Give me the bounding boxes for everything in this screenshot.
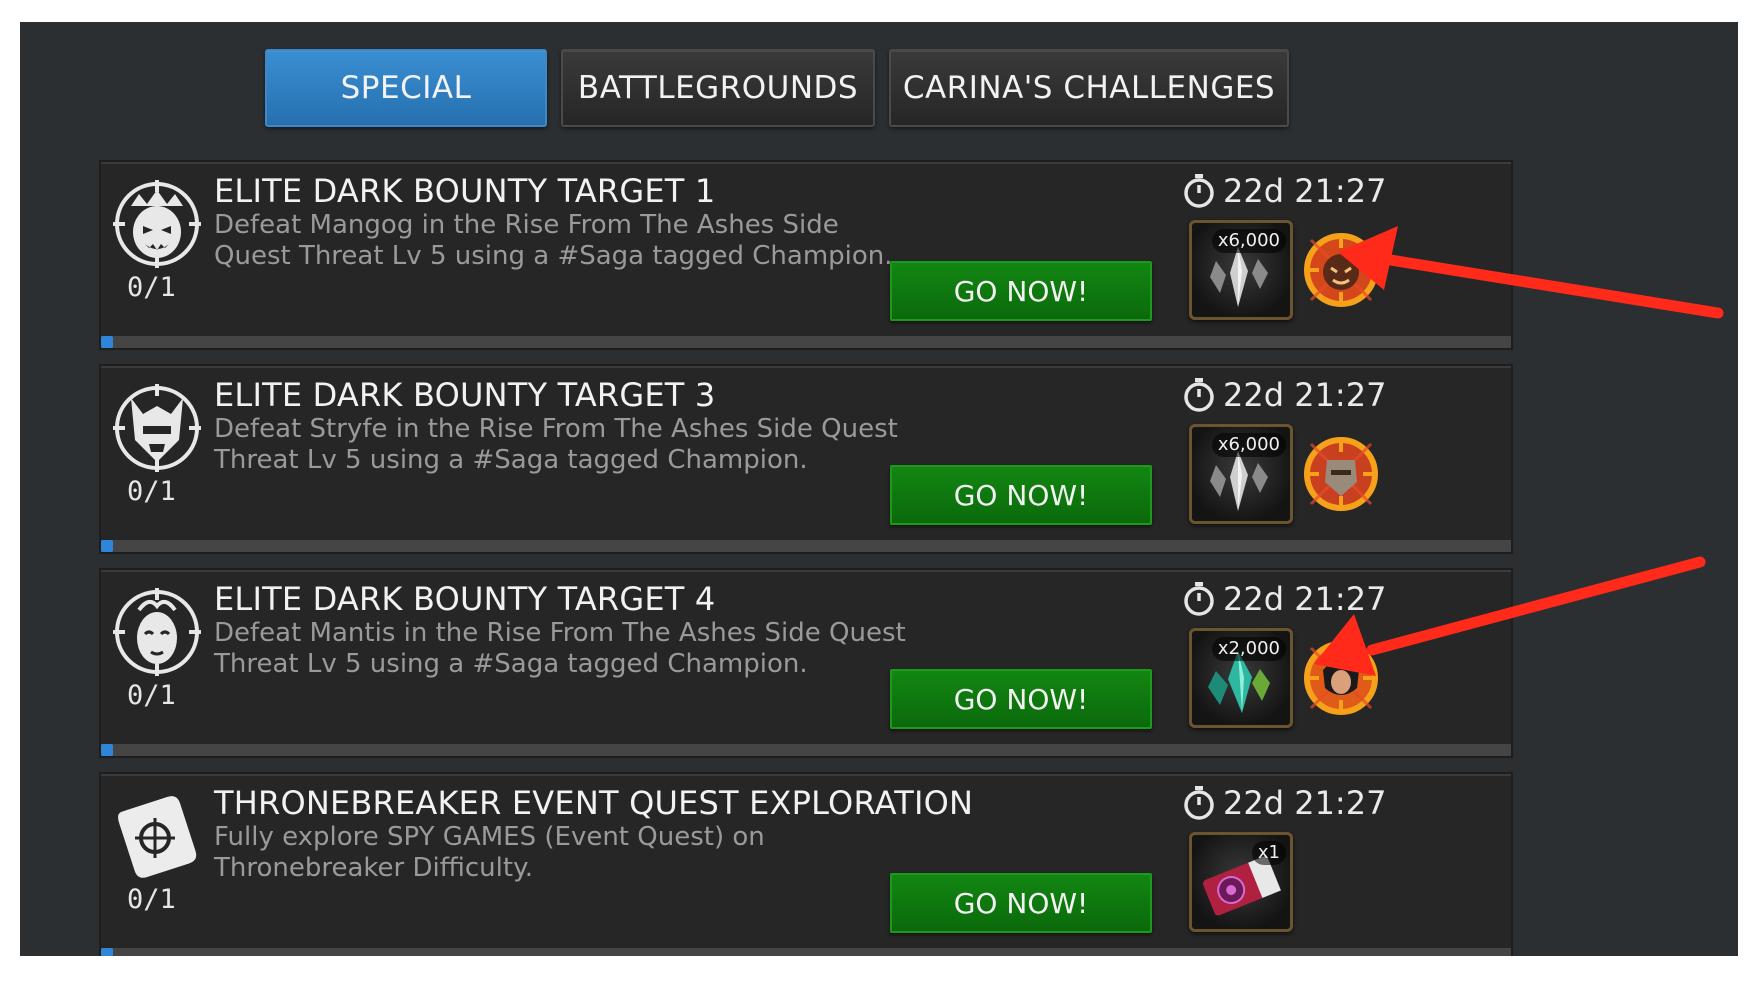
go-now-button[interactable]: GO NOW! — [890, 465, 1152, 525]
quest-description: Defeat Mangog in the Rise From The Ashes… — [214, 210, 893, 271]
reward-count: x6,000 — [1211, 433, 1286, 457]
tab-battlegrounds[interactable]: BATTLEGROUNDS — [561, 49, 875, 127]
mangog-target-icon — [1304, 233, 1378, 307]
quest-timer: 22d 21:27 — [1183, 580, 1386, 618]
reward-slot[interactable]: x6,000 — [1189, 424, 1293, 524]
quest-progress-count: 0/1 — [127, 272, 176, 303]
progress-fill — [101, 540, 113, 552]
quest-timer: 22d 21:27 — [1183, 784, 1386, 822]
map-scroll-icon — [118, 796, 197, 878]
stryfe-helmet-icon — [113, 384, 201, 472]
tab-special[interactable]: SPECIAL — [265, 49, 547, 127]
reward-slot[interactable]: x2,000 — [1189, 628, 1293, 728]
quest-progress-count: 0/1 — [127, 884, 176, 915]
quest-progress-bar — [101, 336, 1511, 348]
reward-slot[interactable]: x6,000 — [1189, 220, 1293, 320]
stopwatch-icon — [1184, 174, 1214, 208]
quest-title: ELITE DARK BOUNTY TARGET 1 — [214, 172, 716, 210]
quest-title: ELITE DARK BOUNTY TARGET 4 — [214, 580, 716, 618]
quest-progress-bar — [101, 744, 1511, 756]
quest-progress-bar — [101, 540, 1511, 552]
quest-progress-count: 0/1 — [127, 680, 176, 711]
reward-count: x2,000 — [1211, 637, 1286, 661]
stopwatch-icon — [1184, 378, 1214, 412]
quest-card: ELITE DARK BOUNTY TARGET 4 Defeat Mantis… — [101, 570, 1511, 756]
tab-carinas-challenges[interactable]: CARINA'S CHALLENGES — [889, 49, 1289, 127]
mangog-helmet-icon — [113, 180, 201, 268]
quest-card: ELITE DARK BOUNTY TARGET 1 Defeat Mangog… — [101, 162, 1511, 348]
quest-card: ELITE DARK BOUNTY TARGET 3 Defeat Stryfe… — [101, 366, 1511, 552]
progress-fill — [101, 744, 113, 756]
game-screen: SPECIAL BATTLEGROUNDS CARINA'S CHALLENGE… — [20, 22, 1738, 956]
quest-description: Defeat Stryfe in the Rise From The Ashes… — [214, 414, 898, 475]
progress-fill — [101, 948, 113, 956]
quest-timer: 22d 21:27 — [1183, 376, 1386, 414]
quest-title: THRONEBREAKER EVENT QUEST EXPLORATION — [214, 784, 974, 822]
quest-progress-bar — [101, 948, 1511, 956]
quest-description: Defeat Mantis in the Rise From The Ashes… — [214, 618, 906, 679]
reward-slot[interactable]: x1 — [1189, 832, 1293, 932]
quest-description: Fully explore SPY GAMES (Event Quest) on… — [214, 822, 765, 883]
timer-text: 22d 21:27 — [1223, 172, 1387, 210]
mantis-portrait-icon — [113, 588, 201, 676]
quest-list: ELITE DARK BOUNTY TARGET 1 Defeat Mangog… — [101, 162, 1511, 956]
quest-card: THRONEBREAKER EVENT QUEST EXPLORATION Fu… — [101, 774, 1511, 956]
go-now-button[interactable]: GO NOW! — [890, 669, 1152, 729]
tab-bar: SPECIAL BATTLEGROUNDS CARINA'S CHALLENGE… — [265, 49, 1289, 127]
quest-progress-count: 0/1 — [127, 476, 176, 507]
progress-fill — [101, 336, 113, 348]
timer-text: 22d 21:27 — [1223, 376, 1387, 414]
mantis-target-icon — [1304, 641, 1378, 715]
reward-count: x6,000 — [1211, 229, 1286, 253]
stryfe-target-icon — [1304, 437, 1378, 511]
go-now-button[interactable]: GO NOW! — [890, 873, 1152, 933]
stopwatch-icon — [1184, 786, 1214, 820]
timer-text: 22d 21:27 — [1223, 580, 1387, 618]
go-now-button[interactable]: GO NOW! — [890, 261, 1152, 321]
timer-text: 22d 21:27 — [1223, 784, 1387, 822]
quest-title: ELITE DARK BOUNTY TARGET 3 — [214, 376, 716, 414]
quest-timer: 22d 21:27 — [1183, 172, 1386, 210]
reward-count: x1 — [1251, 841, 1286, 865]
stopwatch-icon — [1184, 582, 1214, 616]
